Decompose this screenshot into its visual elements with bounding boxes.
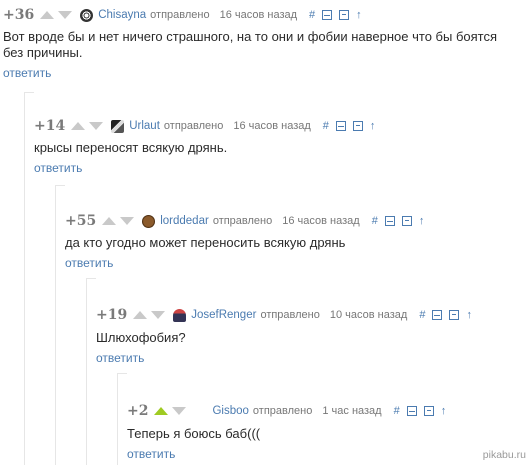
reply-link[interactable]: ответить bbox=[65, 256, 113, 270]
comment-rating: +36 bbox=[3, 7, 35, 23]
comment-text: крысы переносят всякую дрянь. bbox=[34, 140, 228, 155]
avatar[interactable] bbox=[111, 119, 125, 133]
collapse-button[interactable] bbox=[322, 10, 333, 20]
save-icon bbox=[339, 10, 350, 20]
comment-time[interactable]: 10 часов назад bbox=[330, 309, 407, 321]
comment-header: +55 lorddedar отправлено 16 часов назад … bbox=[65, 212, 431, 230]
comment-time[interactable]: 16 часов назад bbox=[233, 120, 310, 132]
thread-line bbox=[24, 92, 25, 465]
thread-line bbox=[117, 373, 118, 465]
thread-corner bbox=[117, 373, 127, 374]
comment-header: +14 Urlaut отправлено 16 часов назад # ↑ bbox=[34, 117, 382, 135]
comment-header: +36 Chisayna отправлено 16 часов назад #… bbox=[3, 6, 369, 24]
downvote-icon[interactable] bbox=[120, 217, 135, 225]
comment-rating: +14 bbox=[34, 118, 66, 134]
collapse-button[interactable] bbox=[335, 121, 346, 131]
downvote-icon[interactable] bbox=[151, 311, 166, 319]
site-watermark: pikabu.ru bbox=[482, 449, 526, 461]
reply-link[interactable]: ответить bbox=[3, 66, 51, 80]
parent-link-button[interactable]: ↑ bbox=[370, 120, 376, 132]
comment-text: Вот вроде бы и нет ничего страшного, на … bbox=[3, 29, 498, 60]
sent-label: отправлено bbox=[260, 309, 320, 321]
parent-link-button[interactable]: ↑ bbox=[466, 309, 472, 321]
reply-link[interactable]: ответить bbox=[96, 351, 144, 365]
downvote-icon[interactable] bbox=[58, 11, 73, 19]
save-button[interactable] bbox=[449, 310, 460, 320]
save-icon bbox=[352, 121, 363, 131]
comment-rating: +2 bbox=[127, 403, 149, 419]
thread-corner bbox=[55, 185, 65, 186]
sent-label: отправлено bbox=[150, 9, 210, 21]
comment-header: +19 JosefRenger отправлено 10 часов наза… bbox=[96, 306, 479, 324]
upvote-icon[interactable] bbox=[40, 11, 55, 19]
permalink-button[interactable]: # bbox=[419, 309, 425, 321]
comment-author[interactable]: Chisayna bbox=[98, 9, 146, 21]
comment-author[interactable]: JosefRenger bbox=[191, 309, 256, 321]
upvote-icon[interactable] bbox=[154, 407, 169, 415]
parent-link-button[interactable]: ↑ bbox=[441, 405, 447, 417]
minus-box-icon bbox=[406, 406, 417, 416]
comment-author[interactable]: lorddedar bbox=[160, 215, 209, 227]
comment-time[interactable]: 16 часов назад bbox=[220, 9, 297, 21]
avatar[interactable] bbox=[173, 308, 187, 322]
permalink-button[interactable]: # bbox=[394, 405, 400, 417]
permalink-button[interactable]: # bbox=[372, 215, 378, 227]
save-icon bbox=[423, 406, 434, 416]
sent-label: отправлено bbox=[212, 215, 273, 227]
parent-link-button[interactable]: ↑ bbox=[419, 215, 425, 227]
avatar[interactable] bbox=[194, 404, 208, 418]
minus-box-icon bbox=[432, 310, 443, 320]
minus-box-icon bbox=[322, 10, 333, 20]
comment-rating: +55 bbox=[65, 213, 97, 229]
sent-label: отправлено bbox=[163, 120, 224, 132]
upvote-icon[interactable] bbox=[71, 122, 86, 130]
save-button[interactable] bbox=[401, 216, 412, 226]
comment-rating: +19 bbox=[96, 307, 128, 323]
reply-link[interactable]: ответить bbox=[34, 161, 82, 175]
comment-header: +2 Gisboo отправлено 1 час назад # ↑ bbox=[127, 402, 453, 420]
avatar[interactable] bbox=[142, 214, 156, 228]
save-button[interactable] bbox=[352, 121, 363, 131]
thread-corner bbox=[86, 278, 96, 279]
permalink-button[interactable]: # bbox=[323, 120, 329, 132]
save-button[interactable] bbox=[423, 406, 434, 416]
sent-label: отправлено bbox=[252, 405, 313, 417]
save-icon bbox=[449, 310, 460, 320]
upvote-icon[interactable] bbox=[133, 311, 148, 319]
collapse-button[interactable] bbox=[406, 406, 417, 416]
downvote-icon[interactable] bbox=[89, 122, 104, 130]
comment-text: Теперь я боюсь баб((( bbox=[127, 426, 261, 441]
save-icon bbox=[401, 216, 412, 226]
downvote-icon[interactable] bbox=[172, 407, 187, 415]
minus-box-icon bbox=[384, 216, 395, 226]
permalink-button[interactable]: # bbox=[309, 9, 315, 21]
comment-author[interactable]: Urlaut bbox=[129, 120, 160, 132]
collapse-button[interactable] bbox=[384, 216, 395, 226]
save-button[interactable] bbox=[339, 10, 350, 20]
comment-text: да кто угодно может переносить всякую др… bbox=[65, 235, 346, 250]
comment-text: Шлюхофобия? bbox=[96, 330, 186, 345]
thread-line bbox=[86, 278, 87, 465]
minus-box-icon bbox=[335, 121, 346, 131]
parent-link-button[interactable]: ↑ bbox=[356, 9, 362, 21]
collapse-button[interactable] bbox=[432, 310, 443, 320]
thread-line bbox=[55, 185, 56, 465]
avatar[interactable] bbox=[80, 8, 94, 22]
reply-link[interactable]: ответить bbox=[127, 447, 175, 461]
comment-time[interactable]: 16 часов назад bbox=[282, 215, 359, 227]
thread-corner bbox=[24, 92, 34, 93]
comment-author[interactable]: Gisboo bbox=[212, 405, 248, 417]
comment-time[interactable]: 1 час назад bbox=[322, 405, 381, 417]
upvote-icon[interactable] bbox=[102, 217, 117, 225]
